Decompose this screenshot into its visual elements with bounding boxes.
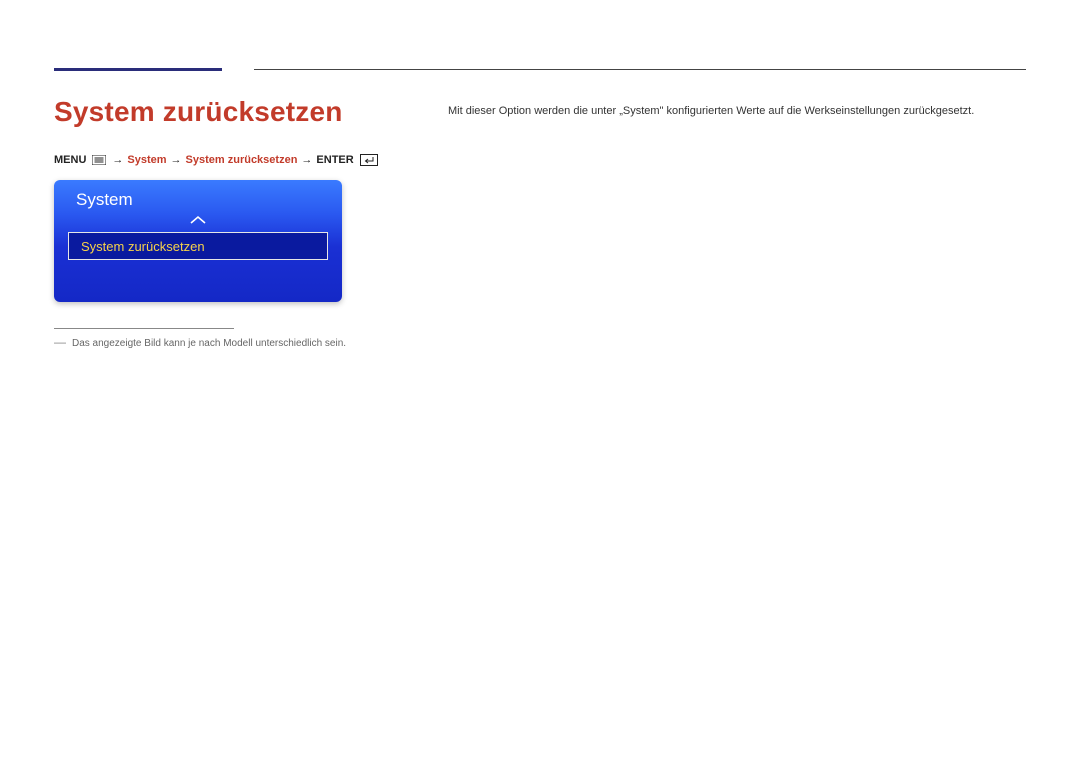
breadcrumb-segment-reset: System zurücksetzen <box>186 154 298 166</box>
breadcrumb-arrow: → <box>112 154 123 166</box>
footnote: ― Das angezeigte Bild kann je nach Model… <box>54 336 346 349</box>
header-accent-bar <box>54 68 222 71</box>
footnote-text: Das angezeigte Bild kann je nach Modell … <box>72 338 346 349</box>
breadcrumb-enter-label: ENTER <box>316 154 353 166</box>
footnote-dash: ― <box>54 336 66 348</box>
breadcrumb-segment-system: System <box>127 154 166 166</box>
osd-panel: System System zurücksetzen <box>54 180 342 302</box>
breadcrumb-menu-label: MENU <box>54 154 86 166</box>
menu-icon <box>92 155 106 165</box>
footnote-rule <box>54 328 234 329</box>
header-rule <box>254 69 1026 70</box>
breadcrumb-arrow: → <box>171 154 182 166</box>
breadcrumb-arrow: → <box>301 154 312 166</box>
description-text: Mit dieser Option werden die unter „Syst… <box>448 103 1026 120</box>
osd-item-label: System zurücksetzen <box>81 239 205 254</box>
chevron-up-icon[interactable] <box>54 214 342 228</box>
page-root: System zurücksetzen Mit dieser Option we… <box>0 0 1080 763</box>
osd-title: System <box>54 180 342 214</box>
enter-icon <box>360 154 378 166</box>
page-title: System zurücksetzen <box>54 96 343 128</box>
breadcrumb: MENU → System → System zurücksetzen → EN… <box>54 154 378 166</box>
osd-item-system-reset[interactable]: System zurücksetzen <box>68 232 328 260</box>
